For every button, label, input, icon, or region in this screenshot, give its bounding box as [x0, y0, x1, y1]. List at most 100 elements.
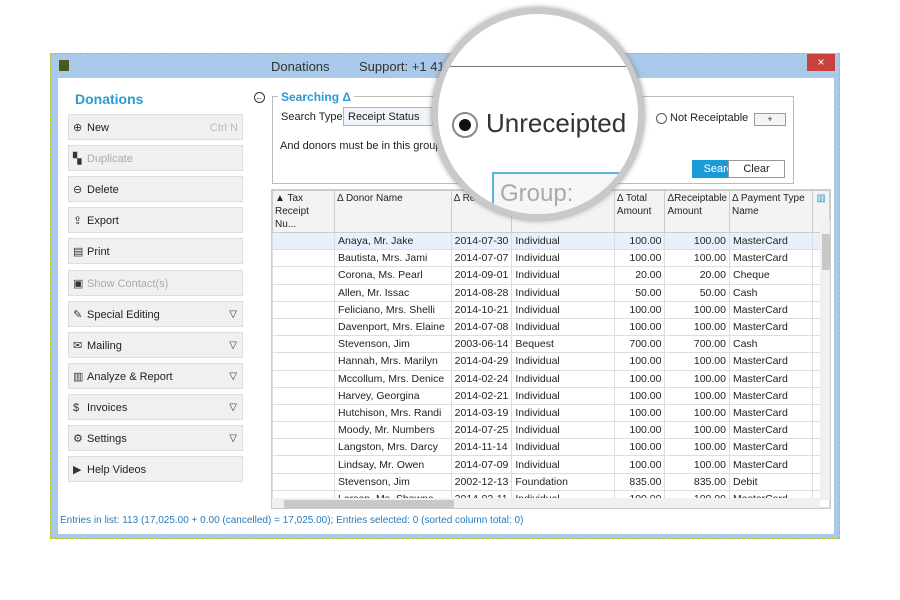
table-cell [272, 455, 336, 474]
table-row[interactable]: Harvey, Georgina 2014-02-21 Individual 100.… [272, 386, 830, 405]
sidebar-item-special-editing[interactable]: ✎ Special Editing ▽ [68, 300, 243, 327]
sidebar-item-help-videos[interactable]: ▶ Help Videos [68, 456, 243, 483]
table-row[interactable]: Lindsay, Mr. Owen 2014-07-09 Individual 100… [272, 455, 830, 474]
submenu-arrow-icon: ▽ [229, 339, 237, 351]
sidebar-item-settings[interactable]: ⚙ Settings ▽ [68, 425, 243, 451]
sidebar-item-print[interactable]: ▤ Print [68, 238, 243, 265]
table-row[interactable]: Allen, Mr. Issac 2014-08-28 Individual 50.0… [272, 283, 830, 302]
table-cell: 100.00 [664, 249, 730, 268]
scroll-thumb[interactable] [822, 234, 830, 270]
unreceipted-radio[interactable] [452, 112, 478, 138]
table-row[interactable]: Feliciano, Mrs. Shelli 2014-10-21 Individu… [272, 300, 830, 319]
table-cell: 2014-07-25 [450, 421, 513, 440]
table-cell: Individual [511, 249, 615, 268]
table-cell: 100.00 [613, 231, 666, 251]
table-cell: 100.00 [664, 438, 730, 457]
table-cell: 2014-07-09 [450, 455, 513, 474]
clear-button[interactable]: Clear [728, 160, 785, 178]
not-receiptable-label: Not Receiptable [670, 112, 749, 124]
sidebar-item-new[interactable]: ⊕ New Ctrl N [68, 114, 243, 140]
table-cell [272, 438, 336, 457]
table-cell: 100.00 [664, 352, 730, 371]
table-cell: 100.00 [664, 403, 730, 423]
sidebar-item-analyze-report[interactable]: ▥ Analyze & Report ▽ [68, 362, 243, 389]
column-header[interactable]: ΔReceiptable Amount [664, 190, 730, 233]
sidebar-item-delete[interactable]: ⊖ Delete [68, 176, 243, 203]
column-header[interactable]: Δ Payment Type Name [728, 190, 814, 233]
column-header[interactable]: ▲ Tax Receipt Nu... [272, 190, 336, 233]
search-type-label: Search Type: [281, 111, 346, 123]
table-cell: MasterCard [728, 317, 814, 337]
close-button[interactable]: × [807, 54, 835, 71]
sidebar-icon: ✉ [73, 339, 83, 352]
sidebar-icon: ▶ [73, 464, 82, 477]
table-cell: Individual [511, 352, 615, 371]
sidebar-item-duplicate[interactable]: ▚ Duplicate [68, 145, 243, 172]
table-row[interactable]: Bautista, Mrs. Jami 2014-07-07 Individual 1… [272, 249, 830, 268]
add-criteria-button[interactable]: + [754, 113, 786, 126]
sidebar-item-invoices[interactable]: $ Invoices ▽ [68, 393, 243, 420]
table-row[interactable]: Moody, Mr. Numbers 2014-07-25 Individual 10… [272, 421, 830, 440]
table-cell: Bequest [511, 335, 615, 354]
search-type-select[interactable]: Receipt Status [343, 107, 433, 126]
table-row[interactable]: Hutchison, Mrs. Randi 2014-03-19 Individua… [272, 403, 830, 423]
sidebar-icon: ⇪ [73, 215, 83, 228]
table-cell: Individual [511, 386, 615, 405]
submenu-arrow-icon: ▽ [229, 401, 237, 413]
sidebar-item-label: Invoices [87, 401, 128, 414]
sidebar-icon: ⊖ [73, 184, 83, 197]
table-cell: 700.00 [664, 335, 730, 354]
table-cell [272, 472, 336, 491]
column-header[interactable]: Δ Donor Name [334, 190, 452, 233]
sidebar-item-label: Analyze & Report [87, 370, 173, 383]
table-cell: Mccollum, Mrs. Denice [334, 369, 452, 388]
sidebar-item-show-contact-s-[interactable]: ▣ Show Contact(s) [68, 269, 243, 296]
table-cell [272, 300, 336, 319]
table-cell [272, 266, 336, 285]
table-row[interactable]: Corona, Ms. Pearl 2014-09-01 Individual 20.… [272, 266, 830, 285]
table-row[interactable]: Mccollum, Mrs. Denice 2014-02-24 Individua… [272, 369, 830, 388]
collapse-search-icon[interactable]: ← [254, 92, 265, 103]
table-cell: Hannah, Mrs. Marilyn [334, 352, 452, 371]
table-cell: 2014-02-24 [450, 369, 513, 388]
sidebar-icon: ✎ [73, 308, 83, 321]
table-cell: 2014-03-19 [450, 403, 513, 423]
table-row[interactable]: Langston, Mrs. Darcy 2014-11-14 Individual… [272, 438, 830, 457]
table-row[interactable]: Stevenson, Jim 2003-06-14 Bequest 700.00 700… [272, 335, 830, 354]
horizontal-scrollbar[interactable] [272, 498, 820, 508]
not-receiptable-radio[interactable] [656, 113, 667, 124]
table-cell: Stevenson, Jim [334, 472, 452, 491]
table-cell: Individual [511, 266, 615, 285]
table-cell: 100.00 [613, 386, 666, 405]
table-cell: 2014-10-21 [450, 300, 513, 319]
table-cell: 50.00 [613, 283, 666, 302]
table-cell: Lindsay, Mr. Owen [334, 455, 452, 474]
table-cell: MasterCard [728, 231, 814, 251]
sidebar-item-mailing[interactable]: ✉ Mailing ▽ [68, 331, 243, 358]
search-legend[interactable]: Searching Δ [278, 90, 354, 104]
table-row[interactable]: Anaya, Mr. Jake 2014-07-30 Individual 100.0… [272, 231, 830, 251]
vertical-scrollbar[interactable] [820, 220, 830, 500]
scroll-thumb[interactable] [284, 500, 454, 508]
table-cell: 100.00 [664, 231, 730, 251]
table-cell: Cash [728, 335, 814, 354]
table-cell: 835.00 [613, 472, 666, 491]
group-field-label: Group: [500, 180, 574, 207]
table-cell: 50.00 [664, 283, 730, 302]
table-cell: Langston, Mrs. Darcy [334, 438, 452, 457]
table-cell: Corona, Ms. Pearl [334, 266, 452, 285]
table-cell: MasterCard [728, 386, 814, 405]
table-cell: Cash [728, 283, 814, 302]
table-cell: 2014-11-14 [450, 438, 513, 457]
sidebar-item-label: Mailing [87, 339, 122, 352]
table-row[interactable]: Davenport, Mrs. Elaine 2014-07-08 Individu… [272, 317, 830, 337]
table-cell: MasterCard [728, 249, 814, 268]
table-cell: 2014-07-08 [450, 317, 513, 337]
table-cell: 2014-04-29 [450, 352, 513, 371]
table-row[interactable]: Stevenson, Jim 2002-12-13 Foundation 835.00… [272, 472, 830, 491]
sidebar-icon: ▣ [73, 277, 84, 290]
table-cell: Moody, Mr. Numbers [334, 421, 452, 440]
table-row[interactable]: Hannah, Mrs. Marilyn 2014-04-29 Individual… [272, 352, 830, 371]
donations-table: ▲ Tax Receipt Nu...Δ Donor NameΔ Rece...… [271, 189, 831, 509]
sidebar-item-export[interactable]: ⇪ Export [68, 207, 243, 234]
